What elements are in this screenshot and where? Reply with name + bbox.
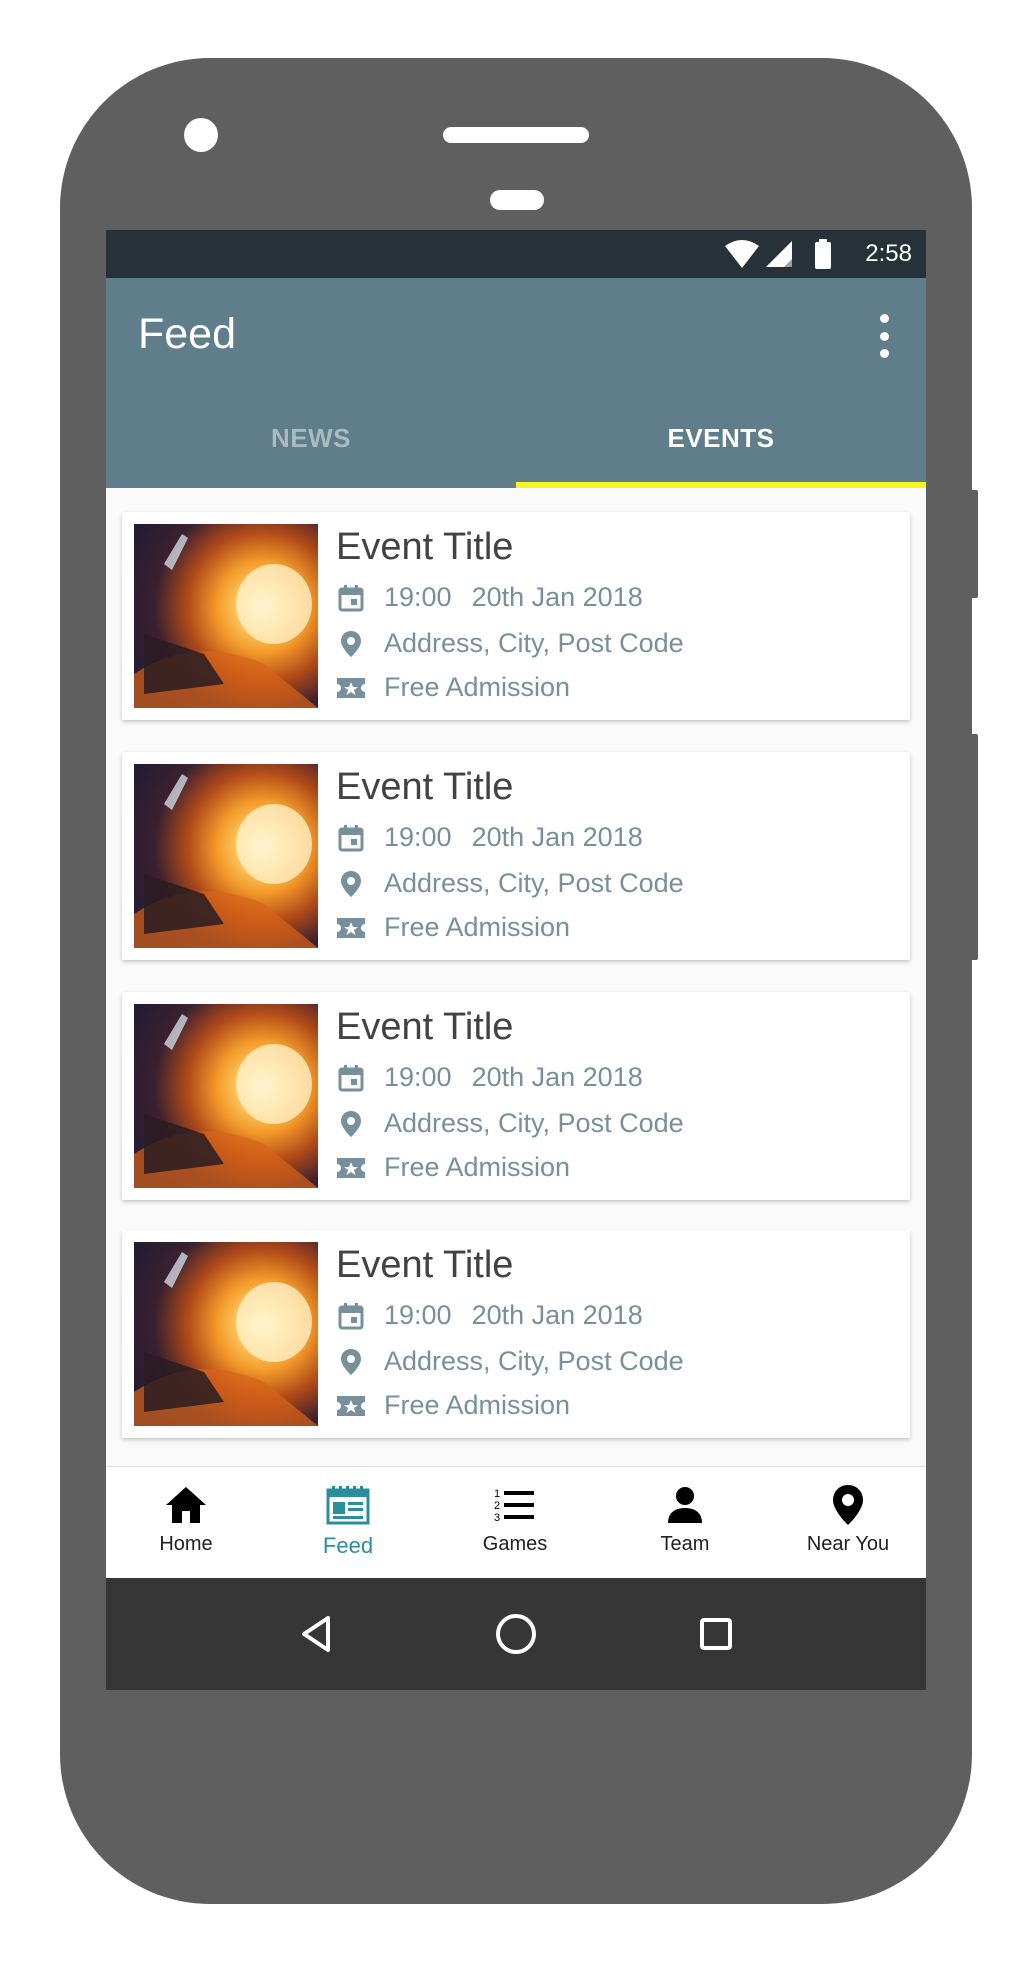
svg-text:1: 1 — [494, 1488, 500, 1500]
location-pin-icon — [336, 1109, 366, 1139]
event-card[interactable]: Event Title 19:00 20th Jan 2018 Address,… — [122, 512, 910, 720]
event-title: Event Title — [336, 1006, 514, 1048]
ticket-icon — [336, 673, 366, 703]
event-date: 20th Jan 2018 — [471, 822, 643, 852]
event-time: 19:00 — [384, 1300, 452, 1330]
location-pin-icon — [832, 1483, 864, 1527]
list-icon: 123 — [494, 1483, 536, 1527]
event-admission: Free Admission — [336, 1390, 570, 1421]
event-location: Address, City, Post Code — [336, 628, 684, 659]
ticket-icon — [336, 1391, 366, 1421]
calendar-icon — [336, 1301, 366, 1331]
app-bar: Feed NEWS EVENTS — [106, 278, 926, 488]
bottom-nav: Home Feed 123 Games Team Near You — [106, 1466, 926, 1578]
event-admission: Free Admission — [336, 1152, 570, 1183]
front-camera — [184, 118, 218, 152]
calendar-icon — [336, 1063, 366, 1093]
person-icon — [667, 1483, 703, 1527]
wifi-icon — [725, 240, 759, 268]
svg-text:3: 3 — [494, 1512, 500, 1523]
event-card[interactable]: Event Title 19:00 20th Jan 2018 Address,… — [122, 752, 910, 960]
status-bar: 2:58 — [106, 230, 926, 278]
more-vert-icon[interactable] — [876, 314, 892, 358]
event-location: Address, City, Post Code — [336, 868, 684, 899]
event-address: Address, City, Post Code — [384, 628, 684, 658]
svg-text:2: 2 — [494, 1500, 500, 1512]
event-admission: Free Admission — [336, 912, 570, 943]
location-pin-icon — [336, 629, 366, 659]
event-time: 19:00 — [384, 582, 452, 612]
event-date: 20th Jan 2018 — [471, 1300, 643, 1330]
event-admission-label: Free Admission — [384, 912, 571, 942]
event-location: Address, City, Post Code — [336, 1346, 684, 1377]
nav-team[interactable]: Team — [600, 1467, 770, 1578]
event-admission-label: Free Admission — [384, 1152, 571, 1182]
event-card[interactable]: Event Title 19:00 20th Jan 2018 Address,… — [122, 992, 910, 1200]
page-title: Feed — [138, 310, 237, 358]
event-title: Event Title — [336, 766, 514, 808]
proximity-sensor — [490, 190, 544, 210]
ticket-icon — [336, 1153, 366, 1183]
event-location: Address, City, Post Code — [336, 1108, 684, 1139]
nav-label-feed: Feed — [322, 1533, 374, 1558]
location-pin-icon — [336, 869, 366, 899]
tab-bar: NEWS EVENTS — [106, 388, 926, 488]
calendar-icon — [336, 583, 366, 613]
event-time: 19:00 — [384, 822, 452, 852]
nav-games[interactable]: 123 Games — [430, 1467, 600, 1578]
nav-home[interactable]: Home — [106, 1467, 266, 1578]
event-address: Address, City, Post Code — [384, 868, 684, 898]
earpiece-speaker — [443, 127, 589, 143]
calendar-icon — [336, 823, 366, 853]
back-icon[interactable] — [286, 1604, 346, 1664]
system-nav-bar — [106, 1578, 926, 1690]
event-date: 20th Jan 2018 — [471, 1062, 643, 1092]
nav-label-home: Home — [159, 1533, 213, 1555]
event-image — [134, 524, 318, 708]
volume-button — [970, 490, 978, 598]
event-title: Event Title — [336, 526, 514, 568]
battery-icon — [815, 239, 831, 269]
event-datetime: 19:00 20th Jan 2018 — [336, 822, 643, 853]
nav-feed[interactable]: Feed — [266, 1467, 430, 1578]
screen: 2:58 Feed NEWS EVENTS Event Title 19:00 … — [106, 230, 926, 1690]
tab-events[interactable]: EVENTS — [516, 388, 926, 488]
location-pin-icon — [336, 1347, 366, 1377]
recents-icon[interactable] — [686, 1604, 746, 1664]
event-image — [134, 1242, 318, 1426]
event-admission-label: Free Admission — [384, 1390, 571, 1420]
event-address: Address, City, Post Code — [384, 1346, 684, 1376]
event-image — [134, 1004, 318, 1188]
event-admission: Free Admission — [336, 672, 570, 703]
feed-icon — [326, 1483, 370, 1527]
signal-icon — [766, 241, 792, 267]
ticket-icon — [336, 913, 366, 943]
event-image — [134, 764, 318, 948]
event-card[interactable]: Event Title 19:00 20th Jan 2018 Address,… — [122, 1230, 910, 1438]
event-datetime: 19:00 20th Jan 2018 — [336, 582, 643, 613]
event-date: 20th Jan 2018 — [471, 582, 643, 612]
nav-label-games: Games — [482, 1533, 548, 1555]
nav-label-near-you: Near You — [806, 1533, 890, 1555]
power-button — [970, 734, 978, 960]
nav-near-you[interactable]: Near You — [770, 1467, 926, 1578]
event-address: Address, City, Post Code — [384, 1108, 684, 1138]
nav-label-team: Team — [660, 1533, 710, 1555]
event-datetime: 19:00 20th Jan 2018 — [336, 1300, 643, 1331]
status-time: 2:58 — [865, 240, 912, 267]
event-time: 19:00 — [384, 1062, 452, 1092]
tab-news[interactable]: NEWS — [106, 388, 516, 488]
home-icon — [165, 1483, 207, 1527]
status-icons — [724, 238, 842, 270]
event-admission-label: Free Admission — [384, 672, 571, 702]
event-datetime: 19:00 20th Jan 2018 — [336, 1062, 643, 1093]
event-title: Event Title — [336, 1244, 514, 1286]
home-circle-icon[interactable] — [486, 1604, 546, 1664]
event-list: Event Title 19:00 20th Jan 2018 Address,… — [122, 512, 910, 1470]
